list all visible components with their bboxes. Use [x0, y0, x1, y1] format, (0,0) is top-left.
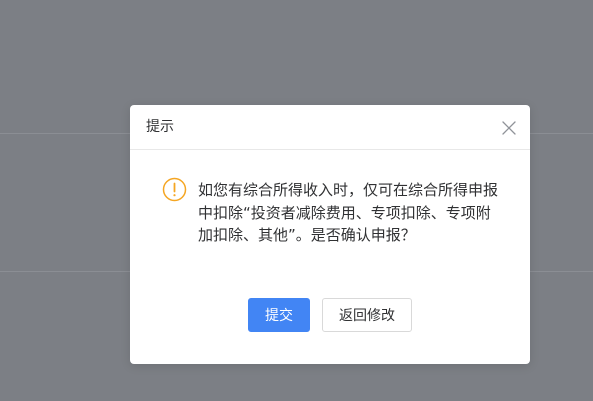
close-icon[interactable] [502, 120, 516, 135]
warning-icon [162, 177, 187, 202]
warning-icon-svg [162, 177, 187, 202]
dialog-message: 如您有综合所得收入时，仅可在综合所得申报中扣除“投资者减除费用、专项扣除、专项附… [198, 181, 499, 244]
dialog-title: 提示 [146, 119, 174, 135]
submit-button[interactable]: 提交 [248, 298, 310, 332]
confirm-dialog: 提示 如您有综合所得收入时，仅可在综合所得申报中扣除“投资者减除费用、专项扣除、… [130, 105, 530, 364]
dialog-header: 提示 [130, 105, 530, 150]
close-icon-svg [502, 121, 516, 135]
back-to-edit-button[interactable]: 返回修改 [322, 298, 412, 332]
